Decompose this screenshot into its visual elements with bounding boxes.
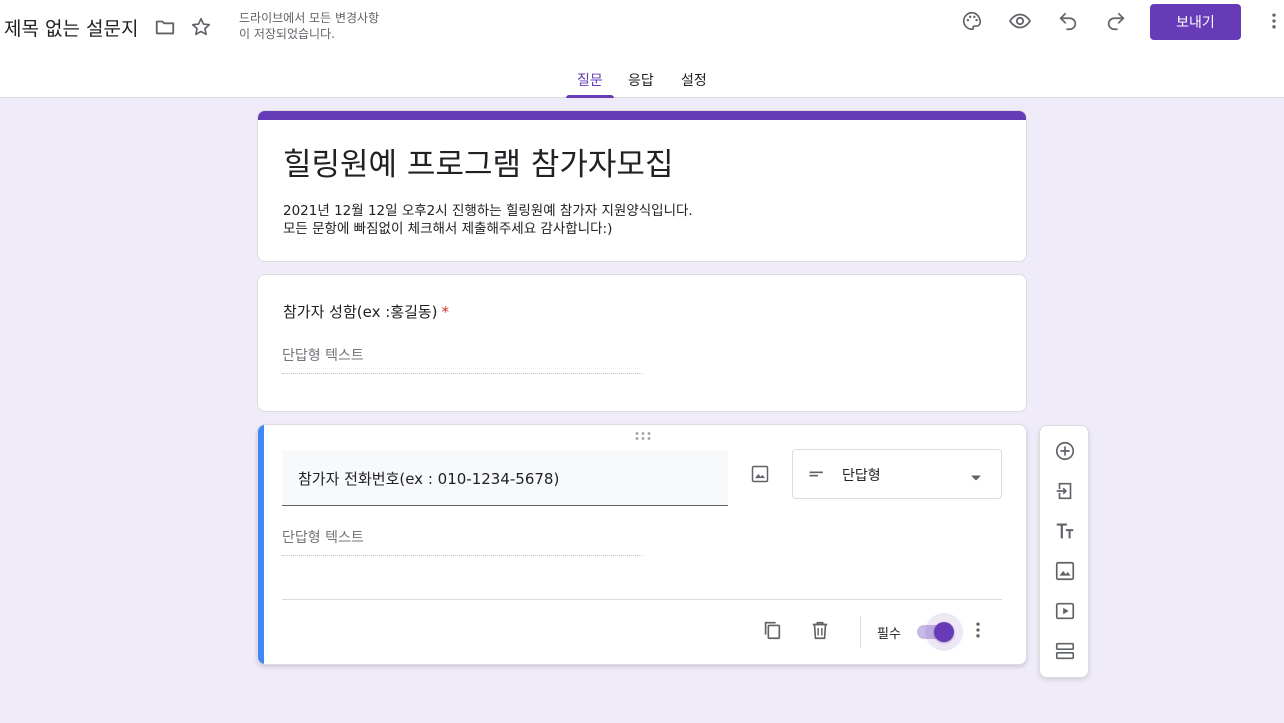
add-image-icon[interactable] — [748, 462, 772, 486]
question-title: 참가자 성함(ex :홍길동) * — [283, 301, 449, 322]
question-title-text: 참가자 성함(ex :홍길동) — [283, 303, 438, 321]
save-status-line-2: 이 저장되었습니다. — [239, 27, 335, 41]
title-accent-bar — [258, 111, 1026, 120]
send-button[interactable]: 보내기 — [1150, 4, 1241, 40]
tab-responses[interactable]: 응답 — [628, 70, 654, 90]
tab-questions[interactable]: 질문 — [577, 70, 603, 90]
question-type-dropdown[interactable]: 단답형 — [792, 449, 1002, 499]
more-options-icon[interactable] — [966, 618, 990, 642]
add-section-icon[interactable] — [1053, 639, 1077, 663]
more-vert-icon[interactable] — [1262, 9, 1284, 33]
app-header: 제목 없는 설문지 드라이브에서 모든 변경사항 이 저장되었습니다. 보내기 … — [0, 0, 1284, 98]
drag-handle-icon[interactable] — [634, 431, 652, 441]
import-questions-icon[interactable] — [1053, 479, 1077, 503]
form-description[interactable]: 2021년 12월 12일 오후2시 진행하는 힐링원예 참가자 지원양식입니다… — [283, 202, 693, 238]
question-card-phone[interactable]: 참가자 전화번호(ex : 010-1234-5678) 단답형 단답형 텍스트… — [257, 424, 1027, 665]
tab-settings[interactable]: 설정 — [681, 70, 707, 90]
form-description-line-1: 2021년 12월 12일 오후2시 진행하는 힐링원예 참가자 지원양식입니다… — [283, 203, 693, 219]
dropdown-arrow-icon — [970, 469, 982, 488]
duplicate-icon[interactable] — [760, 618, 784, 642]
form-title-card[interactable]: 힐링원예 프로그램 참가자모집 2021년 12월 12일 오후2시 진행하는 … — [257, 110, 1027, 262]
redo-icon[interactable] — [1104, 9, 1128, 33]
question-card-name[interactable]: 참가자 성함(ex :홍길동) * 단답형 텍스트 — [257, 274, 1027, 412]
star-icon[interactable] — [188, 14, 214, 40]
tab-active-indicator — [566, 95, 614, 98]
floating-toolbar — [1039, 425, 1089, 678]
form-title[interactable]: 힐링원예 프로그램 참가자모집 — [283, 139, 673, 184]
save-status: 드라이브에서 모든 변경사항 이 저장되었습니다. — [239, 10, 379, 42]
short-answer-placeholder: 단답형 텍스트 — [282, 345, 642, 374]
folder-icon[interactable] — [152, 14, 178, 40]
footer-vertical-divider — [860, 616, 861, 648]
form-description-line-2: 모든 문항에 빠짐없이 체크해서 제출해주세요 감사합니다:) — [283, 221, 613, 237]
toggle-thumb — [934, 622, 954, 642]
delete-icon[interactable] — [808, 618, 832, 642]
question-title-input[interactable]: 참가자 전화번호(ex : 010-1234-5678) — [282, 450, 728, 506]
save-status-line-1: 드라이브에서 모든 변경사항 — [239, 11, 380, 25]
eye-icon[interactable] — [1008, 9, 1032, 33]
add-title-icon[interactable] — [1053, 519, 1077, 543]
short-text-icon — [807, 464, 827, 488]
required-asterisk: * — [441, 303, 450, 321]
short-answer-placeholder: 단답형 텍스트 — [282, 527, 642, 556]
add-question-icon[interactable] — [1053, 439, 1077, 463]
required-label: 필수 — [877, 627, 901, 642]
question-type-label: 단답형 — [842, 468, 881, 484]
document-title[interactable]: 제목 없는 설문지 — [4, 14, 138, 41]
add-video-icon[interactable] — [1053, 599, 1077, 623]
active-question-indicator — [258, 425, 264, 664]
footer-divider — [282, 599, 1002, 600]
undo-icon[interactable] — [1056, 9, 1080, 33]
add-image-icon[interactable] — [1053, 559, 1077, 583]
required-toggle[interactable] — [908, 611, 966, 651]
palette-icon[interactable] — [960, 9, 984, 33]
